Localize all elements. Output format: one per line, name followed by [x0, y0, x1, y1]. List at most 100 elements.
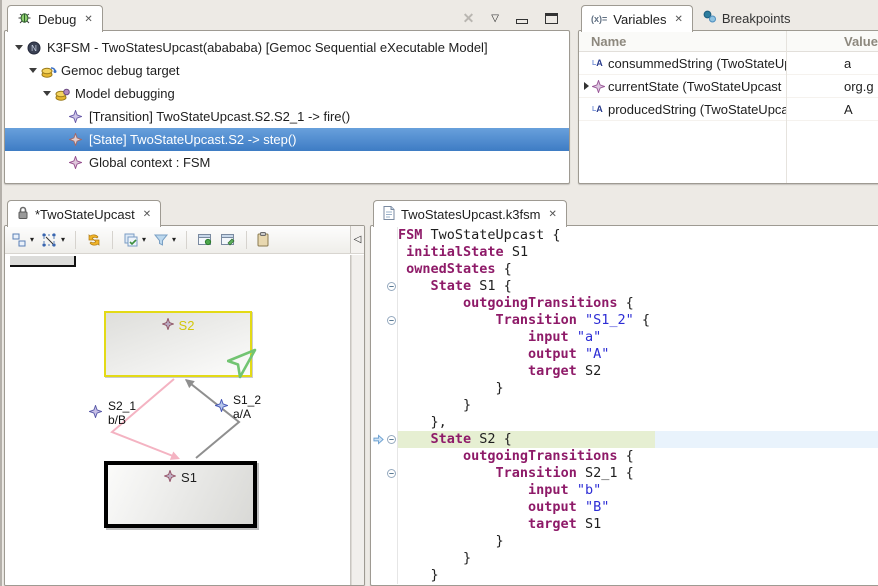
- clipboard-button[interactable]: [257, 232, 269, 247]
- fold-minus-icon[interactable]: [385, 312, 398, 329]
- layers-button[interactable]: ▾: [123, 232, 146, 248]
- tab-code[interactable]: TwoStatesUpcast.k3fsm ✕: [373, 200, 567, 227]
- edit-properties-button[interactable]: [220, 232, 236, 247]
- column-divider[interactable]: [786, 31, 787, 183]
- bug-icon: [17, 11, 32, 28]
- code-line[interactable]: State S2 {: [371, 431, 878, 448]
- expand-arrow-icon[interactable]: [39, 91, 55, 96]
- fold-minus-icon[interactable]: [385, 465, 398, 482]
- code-line[interactable]: State S1 {: [371, 278, 878, 295]
- code-line[interactable]: }: [371, 533, 878, 550]
- variable-value: A: [786, 102, 853, 117]
- code-line[interactable]: }: [371, 397, 878, 414]
- fold-ruler: [385, 227, 398, 244]
- variables-row[interactable]: LAconsummedString (TwoStateUpca: [579, 52, 878, 75]
- code-lines: FSM TwoStateUpcast { initialState S1 own…: [371, 227, 878, 584]
- code-line[interactable]: target S1: [371, 516, 878, 533]
- code-line[interactable]: ownedStates {: [371, 261, 878, 278]
- tab-debug[interactable]: Debug ✕: [7, 5, 103, 32]
- expand-arrow-icon[interactable]: [25, 68, 41, 73]
- diagram-scrollbar[interactable]: [351, 255, 364, 585]
- code-line[interactable]: outgoingTransitions {: [371, 448, 878, 465]
- debug-tree-item[interactable]: Model debugging: [5, 82, 569, 105]
- fold-ruler: [385, 482, 398, 499]
- filters-button[interactable]: ▾: [153, 232, 176, 248]
- stack-frame-icon: [69, 110, 87, 123]
- chevron-down-icon[interactable]: ▾: [61, 235, 65, 244]
- debug-view: Debug ✕ ✕ ▽ NK3FSM - TwoStatesUpcast(aba…: [4, 2, 570, 184]
- column-header-value[interactable]: Value: [786, 34, 878, 49]
- selection-mode-button[interactable]: ▾: [41, 232, 65, 248]
- state-label: S1: [108, 470, 253, 485]
- chevron-down-icon[interactable]: ▾: [30, 235, 34, 244]
- state-node-s1[interactable]: S1: [104, 461, 257, 528]
- close-icon[interactable]: ✕: [548, 209, 556, 220]
- code-line[interactable]: target S2: [371, 363, 878, 380]
- variables-row[interactable]: currentState (TwoStateUpcast :org.g: [579, 75, 878, 98]
- tab-breakpoints[interactable]: Breakpoints: [693, 5, 801, 31]
- code-line[interactable]: }: [371, 550, 878, 567]
- debug-tree-item[interactable]: Global context : FSM: [5, 151, 569, 174]
- fold-minus-icon[interactable]: [385, 431, 398, 448]
- transition-label-s1_2[interactable]: S1_2 a/A: [215, 393, 261, 421]
- code-line[interactable]: }: [371, 567, 878, 584]
- diagram-canvas[interactable]: S2 S1 S2_1 b/B S1_2 a/A: [5, 255, 351, 585]
- minimize-icon[interactable]: [516, 19, 528, 24]
- tree-item-label: Gemoc debug target: [61, 63, 180, 78]
- collapse-palette-button[interactable]: ◁: [350, 226, 364, 253]
- debug-tree-item[interactable]: NK3FSM - TwoStatesUpcast(abababa) [Gemoc…: [5, 36, 569, 59]
- transition-label-s2_1[interactable]: S2_1 b/B: [89, 399, 136, 427]
- tree-item-label: Model debugging: [75, 86, 175, 101]
- annotation-ruler: [371, 448, 385, 465]
- code-editor-content[interactable]: FSM TwoStateUpcast { initialState S1 own…: [370, 225, 878, 586]
- maximize-icon[interactable]: [545, 13, 558, 24]
- annotation-ruler: [371, 329, 385, 346]
- code-line[interactable]: input "a": [371, 329, 878, 346]
- view-menu-icon[interactable]: ▽: [491, 13, 499, 24]
- lock-icon: [17, 206, 29, 223]
- debug-view-toolbar: ✕ ▽: [463, 10, 558, 27]
- code-text: }: [398, 550, 878, 567]
- close-icon[interactable]: ✕: [84, 14, 92, 25]
- variables-row[interactable]: LAproducedString (TwoStateUpcasA: [579, 98, 878, 121]
- annotation-ruler: [371, 516, 385, 533]
- tab-debug-label: Debug: [38, 12, 76, 27]
- chevron-down-icon[interactable]: ▾: [172, 235, 176, 244]
- transition-sparkle-icon: [215, 399, 228, 415]
- expand-arrow-icon[interactable]: [581, 82, 592, 90]
- code-line[interactable]: Transition "S1_2" {: [371, 312, 878, 329]
- code-line[interactable]: }: [371, 380, 878, 397]
- code-line[interactable]: FSM TwoStateUpcast {: [371, 227, 878, 244]
- code-line[interactable]: input "b": [371, 482, 878, 499]
- variables-rows: LAconsummedString (TwoStateUpcacurrentSt…: [579, 52, 878, 121]
- code-text: input "a": [398, 329, 878, 346]
- refresh-button[interactable]: [86, 232, 102, 248]
- code-line[interactable]: output "B": [371, 499, 878, 516]
- debug-tree-item[interactable]: [State] TwoStateUpcast.S2 -> step(): [5, 128, 569, 151]
- code-line[interactable]: },: [371, 414, 878, 431]
- code-line[interactable]: Transition S2_1 {: [371, 465, 878, 482]
- fold-ruler: [385, 261, 398, 278]
- annotation-ruler: [371, 465, 385, 482]
- tab-diagram[interactable]: *TwoStateUpcast ✕: [7, 200, 161, 227]
- close-icon[interactable]: ✕: [143, 209, 151, 220]
- show-properties-button[interactable]: [197, 232, 213, 247]
- code-line[interactable]: output "A": [371, 346, 878, 363]
- code-line[interactable]: outgoingTransitions {: [371, 295, 878, 312]
- partial-state-box[interactable]: [10, 256, 76, 267]
- close-icon[interactable]: ✕: [675, 14, 683, 25]
- annotation-ruler: [371, 567, 385, 584]
- remove-terminated-icon[interactable]: ✕: [463, 10, 475, 27]
- diagram-elements-button[interactable]: ▾: [11, 232, 34, 248]
- tab-variables[interactable]: (x)= Variables ✕: [581, 5, 693, 32]
- fold-minus-icon[interactable]: [385, 278, 398, 295]
- variables-view: (x)= Variables ✕ Breakpoints Name Value …: [578, 2, 878, 184]
- state-sparkle-icon: [164, 470, 176, 485]
- expand-arrow-icon[interactable]: [11, 45, 27, 50]
- debug-tree-item[interactable]: [Transition] TwoStateUpcast.S2.S2_1 -> f…: [5, 105, 569, 128]
- code-line[interactable]: initialState S1: [371, 244, 878, 261]
- chevron-down-icon[interactable]: ▾: [142, 235, 146, 244]
- column-header-name[interactable]: Name: [579, 34, 786, 49]
- debug-tree-item[interactable]: Gemoc debug target: [5, 59, 569, 82]
- transition-sparkle-icon: [89, 405, 102, 421]
